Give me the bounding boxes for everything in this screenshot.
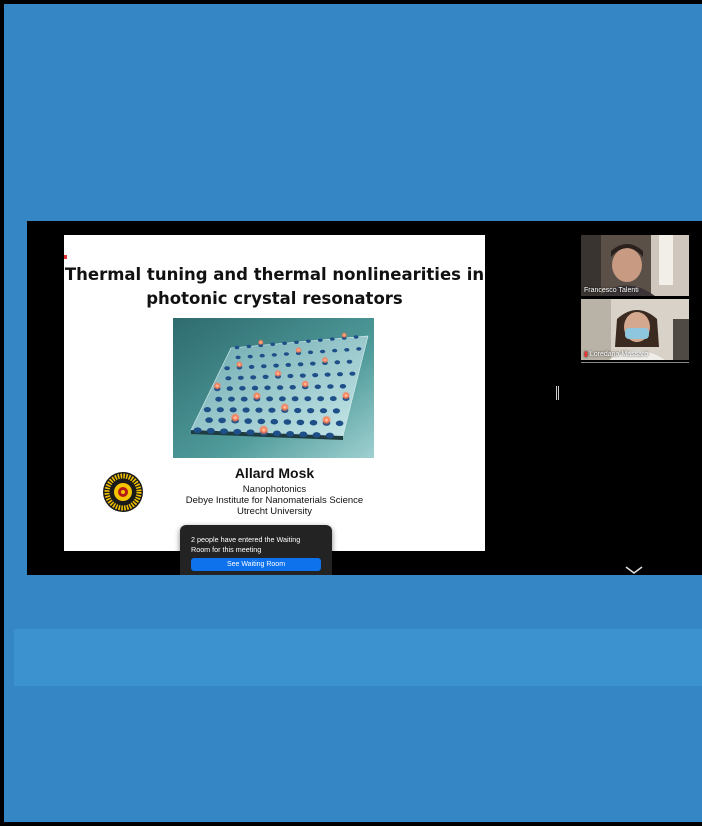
gallery-divider [581,362,689,363]
waiting-room-message: 2 people have entered the Waiting Room f… [191,535,301,554]
laser-pointer [64,255,67,259]
participant-name: ▮ Loredana Massaro [584,350,648,358]
meeting-window: Thermal tuning and thermal nonlinearitie… [27,221,702,575]
participant-video-tile[interactable]: ▮ Loredana Massaro [581,299,689,360]
participant-name: Francesco Talenti [584,287,639,294]
shared-screen-slide: Thermal tuning and thermal nonlinearitie… [64,235,485,551]
participant-name-text: Loredana Massaro [589,351,649,358]
bottom-band [14,629,702,686]
waiting-room-notification: 2 people have entered the Waiting Room f… [180,525,332,575]
split-view-resize-handle[interactable] [556,386,559,400]
muted-mic-icon: ▮ [584,351,588,358]
participant-video-tile[interactable]: Francesco Talenti [581,235,689,296]
university-seal-logo [103,472,143,512]
chevron-down-icon[interactable] [624,565,644,575]
see-waiting-room-button[interactable]: See Waiting Room [191,558,321,571]
photonic-crystal-image [173,318,374,458]
slide-title: Thermal tuning and thermal nonlinearitie… [64,265,485,308]
